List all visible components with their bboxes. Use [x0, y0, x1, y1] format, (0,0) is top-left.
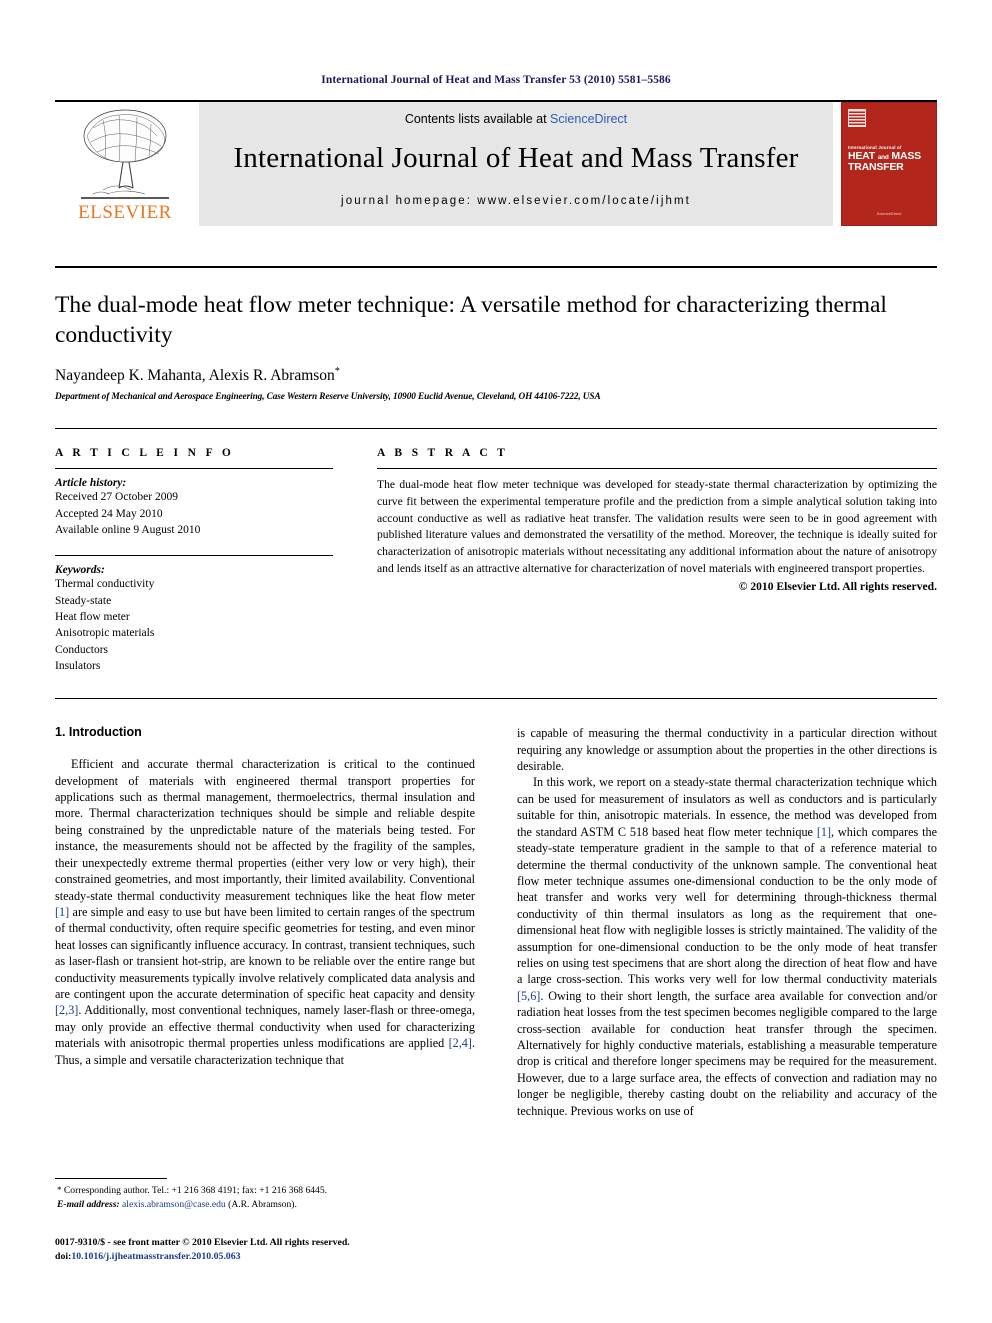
- citation-link[interactable]: [2,3]: [55, 1003, 78, 1017]
- journal-title: International Journal of Heat and Mass T…: [233, 142, 799, 174]
- doi-label: doi:: [55, 1251, 72, 1263]
- body-paragraph: is capable of measuring the thermal cond…: [517, 726, 937, 774]
- keyword-item: Steady-state: [55, 594, 112, 607]
- sciencedirect-link[interactable]: ScienceDirect: [550, 112, 627, 126]
- citation-link[interactable]: [5,6]: [517, 989, 540, 1003]
- cover-title: HEAT and MASS TRANSFER: [848, 150, 930, 174]
- para-text: . Owing to their short length, the surfa…: [517, 988, 937, 1118]
- keyword-item: Heat flow meter: [55, 610, 130, 623]
- doi-line: doi:10.1016/j.ijheatmasstransfer.2010.05…: [55, 1250, 485, 1264]
- footnote-rule: [55, 1178, 167, 1179]
- elsevier-tree-icon: [81, 109, 169, 199]
- footnote-marker: *: [57, 1185, 62, 1195]
- elsevier-wordmark: ELSEVIER: [78, 202, 172, 223]
- para-text: are simple and easy to use but have been…: [55, 904, 475, 1001]
- corresponding-author-text: Corresponding author. Tel.: +1 216 368 4…: [63, 1185, 328, 1196]
- abstract-heading: A B S T R A C T: [377, 447, 509, 460]
- section-heading-introduction: 1. Introduction: [55, 725, 142, 740]
- citation-link[interactable]: [1]: [817, 825, 831, 839]
- info-divider: [55, 428, 937, 430]
- body-divider: [55, 698, 937, 700]
- article-history-label: Article history:: [55, 477, 127, 490]
- abstract-column: A B S T R A C T The dual-mode heat flow …: [377, 447, 937, 674]
- body-column-left: 1. Introduction Efficient and accurate t…: [55, 725, 475, 1119]
- keywords-block: Keywords: Thermal conductivity Steady-st…: [55, 555, 333, 674]
- article-info-rule: [55, 468, 333, 470]
- contents-prefix: Contents lists available at: [404, 112, 551, 126]
- keyword-item: Insulators: [55, 659, 101, 672]
- corresponding-author-marker: *: [334, 366, 340, 378]
- keywords-label: Keywords:: [55, 564, 105, 577]
- footnote-block: * Corresponding author. Tel.: +1 216 368…: [55, 1178, 475, 1212]
- page-footer: 0017-9310/$ - see front matter © 2010 El…: [55, 1236, 485, 1264]
- para-text: . Additionally, most conventional techni…: [55, 1003, 475, 1051]
- article-info-column: A R T I C L E I N F O Article history: R…: [55, 447, 333, 674]
- cover-publisher-icon: [848, 109, 866, 127]
- contents-available-line: Contents lists available at ScienceDirec…: [405, 112, 627, 126]
- paper-page: International Journal of Heat and Mass T…: [0, 0, 992, 1323]
- para-text: Efficient and accurate thermal character…: [55, 757, 475, 903]
- email-note: E-mail address: alexis.abramson@case.edu…: [55, 1198, 475, 1212]
- elsevier-logo: ELSEVIER: [55, 102, 195, 226]
- page-title: The dual-mode heat flow meter technique:…: [55, 292, 887, 349]
- abstract-copyright: © 2010 Elsevier Ltd. All rights reserved…: [738, 580, 937, 594]
- abstract-text: The dual-mode heat flow meter technique …: [377, 478, 937, 575]
- body-columns: 1. Introduction Efficient and accurate t…: [55, 725, 937, 1119]
- cover-title-line2: TRANSFER: [848, 161, 904, 174]
- cover-title-and: and: [877, 154, 889, 161]
- keywords-rule: [55, 555, 333, 557]
- info-abstract-row: A R T I C L E I N F O Article history: R…: [55, 447, 937, 674]
- masthead-center: Contents lists available at ScienceDirec…: [199, 102, 833, 226]
- email-owner: (A.R. Abramson).: [228, 1198, 297, 1210]
- history-received: Received 27 October 2009: [55, 491, 178, 504]
- abstract-rule: [377, 468, 937, 470]
- history-available-online: Available online 9 August 2010: [55, 523, 201, 536]
- email-label: E-mail address:: [57, 1198, 120, 1210]
- citation-link[interactable]: [1]: [55, 905, 69, 919]
- author-names: Nayandeep K. Mahanta, Alexis R. Abramson: [55, 367, 335, 385]
- affiliation: Department of Mechanical and Aerospace E…: [55, 392, 601, 403]
- cover-footer-text: ScienceDirect: [876, 211, 902, 216]
- issn-line: 0017-9310/$ - see front matter © 2010 El…: [55, 1237, 350, 1248]
- body-column-right: is capable of measuring the thermal cond…: [517, 725, 937, 1119]
- email-link[interactable]: alexis.abramson@case.edu: [122, 1199, 226, 1210]
- body-paragraph: In this work, we report on a steady-stat…: [517, 774, 937, 1119]
- keyword-item: Anisotropic materials: [55, 627, 155, 640]
- keyword-item: Conductors: [55, 643, 109, 656]
- para-text: , which compares the steady-state temper…: [517, 824, 938, 987]
- body-paragraph: Efficient and accurate thermal character…: [55, 756, 475, 1068]
- cover-title-line1: HEAT: [848, 150, 876, 162]
- corresponding-author-note: * Corresponding author. Tel.: +1 216 368…: [55, 1184, 475, 1198]
- doi-link[interactable]: 10.1016/j.ijheatmasstransfer.2010.05.063: [71, 1251, 240, 1262]
- cover-title-line1b: MASS: [891, 150, 921, 162]
- article-info-heading: A R T I C L E I N F O: [55, 447, 235, 460]
- journal-masthead: ELSEVIER Contents lists available at Sci…: [55, 100, 937, 226]
- history-accepted: Accepted 24 May 2010: [55, 507, 163, 520]
- journal-homepage[interactable]: journal homepage: www.elsevier.com/locat…: [341, 195, 691, 207]
- keyword-item: Thermal conductivity: [55, 578, 155, 591]
- journal-cover-thumbnail: International Journal of HEAT and MASS T…: [841, 102, 937, 226]
- citation-link[interactable]: [2,4]: [449, 1036, 472, 1050]
- title-divider: [55, 266, 937, 268]
- author-list: Nayandeep K. Mahanta, Alexis R. Abramson…: [55, 366, 937, 385]
- running-head: International Journal of Heat and Mass T…: [321, 74, 671, 86]
